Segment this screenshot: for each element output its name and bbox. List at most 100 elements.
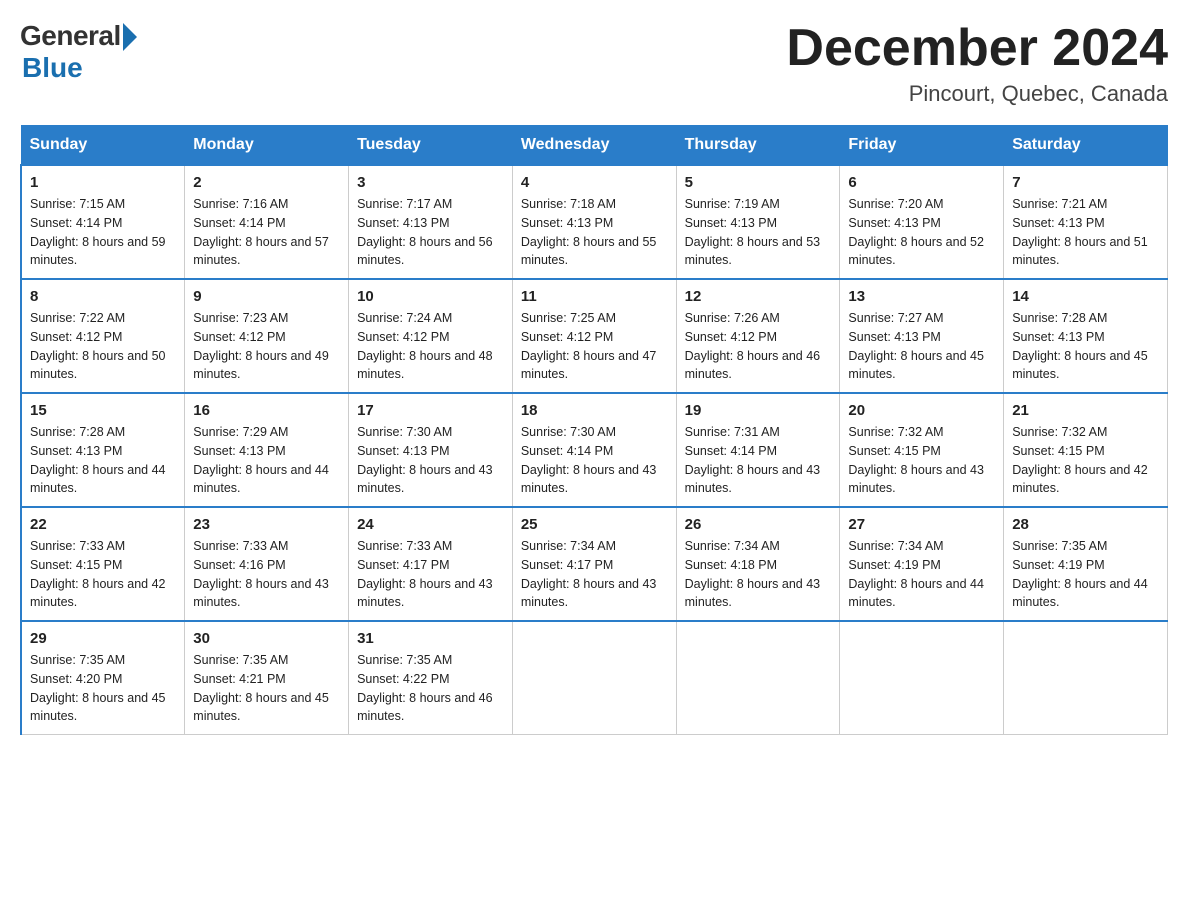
day-cell-24: 24 Sunrise: 7:33 AMSunset: 4:17 PMDaylig… (349, 507, 513, 621)
col-header-wednesday: Wednesday (512, 126, 676, 166)
logo: General Blue (20, 20, 137, 84)
day-cell-12: 12 Sunrise: 7:26 AMSunset: 4:12 PMDaylig… (676, 279, 840, 393)
logo-arrow-icon (123, 23, 137, 51)
day-cell-21: 21 Sunrise: 7:32 AMSunset: 4:15 PMDaylig… (1004, 393, 1168, 507)
day-info: Sunrise: 7:35 AMSunset: 4:22 PMDaylight:… (357, 651, 504, 726)
day-cell-18: 18 Sunrise: 7:30 AMSunset: 4:14 PMDaylig… (512, 393, 676, 507)
day-info: Sunrise: 7:34 AMSunset: 4:18 PMDaylight:… (685, 537, 832, 612)
col-header-saturday: Saturday (1004, 126, 1168, 166)
day-cell-13: 13 Sunrise: 7:27 AMSunset: 4:13 PMDaylig… (840, 279, 1004, 393)
day-cell-8: 8 Sunrise: 7:22 AMSunset: 4:12 PMDayligh… (21, 279, 185, 393)
day-info: Sunrise: 7:28 AMSunset: 4:13 PMDaylight:… (30, 423, 176, 498)
month-title: December 2024 (786, 20, 1168, 77)
day-number: 6 (848, 174, 995, 191)
day-number: 13 (848, 288, 995, 305)
day-cell-29: 29 Sunrise: 7:35 AMSunset: 4:20 PMDaylig… (21, 621, 185, 735)
week-row-2: 8 Sunrise: 7:22 AMSunset: 4:12 PMDayligh… (21, 279, 1168, 393)
day-number: 21 (1012, 402, 1159, 419)
day-info: Sunrise: 7:34 AMSunset: 4:17 PMDaylight:… (521, 537, 668, 612)
day-cell-16: 16 Sunrise: 7:29 AMSunset: 4:13 PMDaylig… (185, 393, 349, 507)
col-header-sunday: Sunday (21, 126, 185, 166)
day-number: 24 (357, 516, 504, 533)
day-number: 22 (30, 516, 176, 533)
logo-general-text: General (20, 20, 121, 52)
day-info: Sunrise: 7:18 AMSunset: 4:13 PMDaylight:… (521, 195, 668, 270)
week-row-3: 15 Sunrise: 7:28 AMSunset: 4:13 PMDaylig… (21, 393, 1168, 507)
day-number: 9 (193, 288, 340, 305)
day-cell-4: 4 Sunrise: 7:18 AMSunset: 4:13 PMDayligh… (512, 165, 676, 279)
week-row-4: 22 Sunrise: 7:33 AMSunset: 4:15 PMDaylig… (21, 507, 1168, 621)
day-info: Sunrise: 7:33 AMSunset: 4:15 PMDaylight:… (30, 537, 176, 612)
day-number: 10 (357, 288, 504, 305)
day-info: Sunrise: 7:31 AMSunset: 4:14 PMDaylight:… (685, 423, 832, 498)
col-header-friday: Friday (840, 126, 1004, 166)
col-header-tuesday: Tuesday (349, 126, 513, 166)
day-info: Sunrise: 7:15 AMSunset: 4:14 PMDaylight:… (30, 195, 176, 270)
day-number: 25 (521, 516, 668, 533)
day-cell-3: 3 Sunrise: 7:17 AMSunset: 4:13 PMDayligh… (349, 165, 513, 279)
day-number: 27 (848, 516, 995, 533)
day-cell-5: 5 Sunrise: 7:19 AMSunset: 4:13 PMDayligh… (676, 165, 840, 279)
day-cell-2: 2 Sunrise: 7:16 AMSunset: 4:14 PMDayligh… (185, 165, 349, 279)
day-info: Sunrise: 7:34 AMSunset: 4:19 PMDaylight:… (848, 537, 995, 612)
day-number: 2 (193, 174, 340, 191)
day-info: Sunrise: 7:30 AMSunset: 4:14 PMDaylight:… (521, 423, 668, 498)
day-cell-9: 9 Sunrise: 7:23 AMSunset: 4:12 PMDayligh… (185, 279, 349, 393)
week-row-1: 1 Sunrise: 7:15 AMSunset: 4:14 PMDayligh… (21, 165, 1168, 279)
day-info: Sunrise: 7:16 AMSunset: 4:14 PMDaylight:… (193, 195, 340, 270)
day-number: 28 (1012, 516, 1159, 533)
day-cell-20: 20 Sunrise: 7:32 AMSunset: 4:15 PMDaylig… (840, 393, 1004, 507)
day-cell-25: 25 Sunrise: 7:34 AMSunset: 4:17 PMDaylig… (512, 507, 676, 621)
page-header: General Blue December 2024 Pincourt, Que… (20, 20, 1168, 107)
location-title: Pincourt, Quebec, Canada (786, 81, 1168, 107)
day-number: 14 (1012, 288, 1159, 305)
logo-blue-text: Blue (22, 52, 83, 84)
day-info: Sunrise: 7:28 AMSunset: 4:13 PMDaylight:… (1012, 309, 1159, 384)
day-number: 29 (30, 630, 176, 647)
day-number: 31 (357, 630, 504, 647)
day-number: 7 (1012, 174, 1159, 191)
day-cell-15: 15 Sunrise: 7:28 AMSunset: 4:13 PMDaylig… (21, 393, 185, 507)
day-cell-26: 26 Sunrise: 7:34 AMSunset: 4:18 PMDaylig… (676, 507, 840, 621)
col-header-thursday: Thursday (676, 126, 840, 166)
day-info: Sunrise: 7:32 AMSunset: 4:15 PMDaylight:… (848, 423, 995, 498)
day-info: Sunrise: 7:22 AMSunset: 4:12 PMDaylight:… (30, 309, 176, 384)
empty-cell (1004, 621, 1168, 735)
day-cell-1: 1 Sunrise: 7:15 AMSunset: 4:14 PMDayligh… (21, 165, 185, 279)
empty-cell (676, 621, 840, 735)
day-info: Sunrise: 7:27 AMSunset: 4:13 PMDaylight:… (848, 309, 995, 384)
day-number: 30 (193, 630, 340, 647)
empty-cell (840, 621, 1004, 735)
day-cell-22: 22 Sunrise: 7:33 AMSunset: 4:15 PMDaylig… (21, 507, 185, 621)
day-cell-17: 17 Sunrise: 7:30 AMSunset: 4:13 PMDaylig… (349, 393, 513, 507)
day-cell-28: 28 Sunrise: 7:35 AMSunset: 4:19 PMDaylig… (1004, 507, 1168, 621)
day-cell-19: 19 Sunrise: 7:31 AMSunset: 4:14 PMDaylig… (676, 393, 840, 507)
day-cell-14: 14 Sunrise: 7:28 AMSunset: 4:13 PMDaylig… (1004, 279, 1168, 393)
day-info: Sunrise: 7:30 AMSunset: 4:13 PMDaylight:… (357, 423, 504, 498)
day-number: 3 (357, 174, 504, 191)
day-info: Sunrise: 7:20 AMSunset: 4:13 PMDaylight:… (848, 195, 995, 270)
day-number: 26 (685, 516, 832, 533)
day-cell-30: 30 Sunrise: 7:35 AMSunset: 4:21 PMDaylig… (185, 621, 349, 735)
day-number: 4 (521, 174, 668, 191)
day-info: Sunrise: 7:17 AMSunset: 4:13 PMDaylight:… (357, 195, 504, 270)
day-info: Sunrise: 7:33 AMSunset: 4:16 PMDaylight:… (193, 537, 340, 612)
day-cell-27: 27 Sunrise: 7:34 AMSunset: 4:19 PMDaylig… (840, 507, 1004, 621)
day-info: Sunrise: 7:35 AMSunset: 4:21 PMDaylight:… (193, 651, 340, 726)
day-info: Sunrise: 7:25 AMSunset: 4:12 PMDaylight:… (521, 309, 668, 384)
day-info: Sunrise: 7:35 AMSunset: 4:19 PMDaylight:… (1012, 537, 1159, 612)
day-cell-7: 7 Sunrise: 7:21 AMSunset: 4:13 PMDayligh… (1004, 165, 1168, 279)
day-cell-11: 11 Sunrise: 7:25 AMSunset: 4:12 PMDaylig… (512, 279, 676, 393)
day-number: 15 (30, 402, 176, 419)
day-cell-23: 23 Sunrise: 7:33 AMSunset: 4:16 PMDaylig… (185, 507, 349, 621)
day-info: Sunrise: 7:26 AMSunset: 4:12 PMDaylight:… (685, 309, 832, 384)
calendar-header-row: SundayMondayTuesdayWednesdayThursdayFrid… (21, 126, 1168, 166)
day-info: Sunrise: 7:23 AMSunset: 4:12 PMDaylight:… (193, 309, 340, 384)
day-number: 20 (848, 402, 995, 419)
day-number: 12 (685, 288, 832, 305)
day-cell-6: 6 Sunrise: 7:20 AMSunset: 4:13 PMDayligh… (840, 165, 1004, 279)
title-block: December 2024 Pincourt, Quebec, Canada (786, 20, 1168, 107)
calendar-table: SundayMondayTuesdayWednesdayThursdayFrid… (20, 125, 1168, 735)
day-cell-31: 31 Sunrise: 7:35 AMSunset: 4:22 PMDaylig… (349, 621, 513, 735)
day-number: 11 (521, 288, 668, 305)
